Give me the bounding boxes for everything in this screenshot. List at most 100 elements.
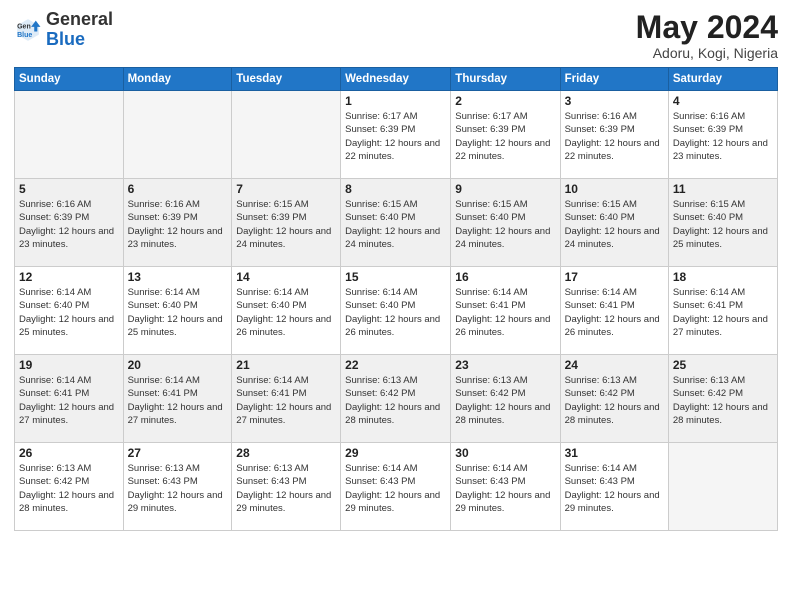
calendar-cell: 2Sunrise: 6:17 AM Sunset: 6:39 PM Daylig… (451, 91, 560, 179)
day-number: 10 (565, 182, 664, 196)
calendar-cell: 22Sunrise: 6:13 AM Sunset: 6:42 PM Dayli… (341, 355, 451, 443)
day-info: Sunrise: 6:16 AM Sunset: 6:39 PM Dayligh… (673, 110, 773, 163)
calendar-cell: 14 Sunrise: 6:14 AM Sunset: 6:40 PM Dayli… (232, 267, 341, 355)
day-number: 7 (236, 182, 336, 196)
page: Gen Blue General Blue May 2024 Adoru, Ko… (0, 0, 792, 612)
calendar-cell: 4 Sunrise: 6:16 AM Sunset: 6:39 PM Daylig… (668, 91, 777, 179)
weekday-header-saturday: Saturday (668, 68, 777, 91)
calendar-cell: 7 Sunrise: 6:15 AM Sunset: 6:39 PM Daylig… (232, 179, 341, 267)
day-info: Sunrise: 6:15 AM Sunset: 6:40 PM Dayligh… (673, 198, 773, 251)
calendar-cell: 11 Sunrise: 6:15 AM Sunset: 6:40 PM Dayli… (668, 179, 777, 267)
day-number: 8 (345, 182, 446, 196)
day-info: Sunrise: 6:13 AM Sunset: 6:42 PM Dayligh… (455, 374, 555, 427)
day-number: 18 (673, 270, 773, 284)
calendar-cell: 21Sunrise: 6:14 AM Sunset: 6:41 PM Dayli… (232, 355, 341, 443)
calendar-cell (15, 91, 124, 179)
calendar-cell: 20 Sunrise: 6:14 AM Sunset: 6:41 PM Dayli… (123, 355, 232, 443)
calendar-cell (123, 91, 232, 179)
calendar-cell: 13Sunrise: 6:14 AM Sunset: 6:40 PM Dayli… (123, 267, 232, 355)
day-info: Sunrise: 6:13 AM Sunset: 6:42 PM Dayligh… (19, 462, 119, 515)
day-number: 3 (565, 94, 664, 108)
day-info: Sunrise: 6:14 AM Sunset: 6:41 PM Dayligh… (128, 374, 228, 427)
day-info: Sunrise: 6:14 AM Sunset: 6:41 PM Dayligh… (455, 286, 555, 339)
calendar-title: May 2024 (636, 10, 778, 45)
day-number: 15 (345, 270, 446, 284)
calendar-cell: 10 Sunrise: 6:15 AM Sunset: 6:40 PM Dayli… (560, 179, 668, 267)
day-number: 23 (455, 358, 555, 372)
calendar-cell: 8 Sunrise: 6:15 AM Sunset: 6:40 PM Daylig… (341, 179, 451, 267)
calendar-cell: 9Sunrise: 6:15 AM Sunset: 6:40 PM Daylig… (451, 179, 560, 267)
day-info: Sunrise: 6:14 AM Sunset: 6:40 PM Dayligh… (345, 286, 446, 339)
day-number: 29 (345, 446, 446, 460)
calendar-cell: 5 Sunrise: 6:16 AM Sunset: 6:39 PM Daylig… (15, 179, 124, 267)
calendar-location: Adoru, Kogi, Nigeria (636, 45, 778, 61)
calendar-week-row: 26 Sunrise: 6:13 AM Sunset: 6:42 PM Dayli… (15, 443, 778, 531)
day-number: 28 (236, 446, 336, 460)
day-number: 11 (673, 182, 773, 196)
weekday-header-row: SundayMondayTuesdayWednesdayThursdayFrid… (15, 68, 778, 91)
day-number: 5 (19, 182, 119, 196)
calendar-cell: 28 Sunrise: 6:13 AM Sunset: 6:43 PM Dayli… (232, 443, 341, 531)
day-info: Sunrise: 6:14 AM Sunset: 6:41 PM Dayligh… (565, 286, 664, 339)
day-info: Sunrise: 6:15 AM Sunset: 6:40 PM Dayligh… (345, 198, 446, 251)
day-info: Sunrise: 6:15 AM Sunset: 6:39 PM Dayligh… (236, 198, 336, 251)
logo-text: General Blue (46, 10, 113, 50)
day-number: 25 (673, 358, 773, 372)
day-number: 27 (128, 446, 228, 460)
day-number: 16 (455, 270, 555, 284)
day-info: Sunrise: 6:15 AM Sunset: 6:40 PM Dayligh… (565, 198, 664, 251)
day-info: Sunrise: 6:14 AM Sunset: 6:40 PM Dayligh… (236, 286, 336, 339)
calendar-cell: 15 Sunrise: 6:14 AM Sunset: 6:40 PM Dayli… (341, 267, 451, 355)
calendar-cell: 26 Sunrise: 6:13 AM Sunset: 6:42 PM Dayli… (15, 443, 124, 531)
logo-general-text: General (46, 10, 113, 30)
calendar-cell: 24Sunrise: 6:13 AM Sunset: 6:42 PM Dayli… (560, 355, 668, 443)
day-info: Sunrise: 6:16 AM Sunset: 6:39 PM Dayligh… (128, 198, 228, 251)
day-number: 6 (128, 182, 228, 196)
day-info: Sunrise: 6:14 AM Sunset: 6:40 PM Dayligh… (128, 286, 228, 339)
header: Gen Blue General Blue May 2024 Adoru, Ko… (14, 10, 778, 61)
calendar-week-row: 5 Sunrise: 6:16 AM Sunset: 6:39 PM Daylig… (15, 179, 778, 267)
svg-text:Blue: Blue (17, 32, 32, 39)
day-number: 20 (128, 358, 228, 372)
day-info: Sunrise: 6:13 AM Sunset: 6:43 PM Dayligh… (236, 462, 336, 515)
calendar-week-row: 12 Sunrise: 6:14 AM Sunset: 6:40 PM Dayli… (15, 267, 778, 355)
calendar-cell: 1Sunrise: 6:17 AM Sunset: 6:39 PM Daylig… (341, 91, 451, 179)
day-info: Sunrise: 6:14 AM Sunset: 6:40 PM Dayligh… (19, 286, 119, 339)
logo: Gen Blue General Blue (14, 10, 113, 50)
calendar-table: SundayMondayTuesdayWednesdayThursdayFrid… (14, 67, 778, 531)
calendar-cell: 18 Sunrise: 6:14 AM Sunset: 6:41 PM Dayli… (668, 267, 777, 355)
calendar-week-row: 19Sunrise: 6:14 AM Sunset: 6:41 PM Dayli… (15, 355, 778, 443)
day-number: 31 (565, 446, 664, 460)
day-info: Sunrise: 6:14 AM Sunset: 6:43 PM Dayligh… (455, 462, 555, 515)
day-number: 12 (19, 270, 119, 284)
svg-text:Gen: Gen (17, 23, 31, 30)
day-number: 1 (345, 94, 446, 108)
day-number: 4 (673, 94, 773, 108)
day-number: 17 (565, 270, 664, 284)
day-number: 24 (565, 358, 664, 372)
day-info: Sunrise: 6:14 AM Sunset: 6:41 PM Dayligh… (19, 374, 119, 427)
weekday-header-monday: Monday (123, 68, 232, 91)
weekday-header-tuesday: Tuesday (232, 68, 341, 91)
calendar-cell: 6 Sunrise: 6:16 AM Sunset: 6:39 PM Daylig… (123, 179, 232, 267)
calendar-cell: 16 Sunrise: 6:14 AM Sunset: 6:41 PM Dayli… (451, 267, 560, 355)
day-info: Sunrise: 6:14 AM Sunset: 6:43 PM Dayligh… (565, 462, 664, 515)
day-info: Sunrise: 6:13 AM Sunset: 6:43 PM Dayligh… (128, 462, 228, 515)
day-number: 9 (455, 182, 555, 196)
calendar-cell: 12 Sunrise: 6:14 AM Sunset: 6:40 PM Dayli… (15, 267, 124, 355)
day-info: Sunrise: 6:17 AM Sunset: 6:39 PM Dayligh… (455, 110, 555, 163)
calendar-cell: 30Sunrise: 6:14 AM Sunset: 6:43 PM Dayli… (451, 443, 560, 531)
day-number: 26 (19, 446, 119, 460)
weekday-header-wednesday: Wednesday (341, 68, 451, 91)
calendar-cell (668, 443, 777, 531)
day-info: Sunrise: 6:14 AM Sunset: 6:41 PM Dayligh… (673, 286, 773, 339)
calendar-cell: 23 Sunrise: 6:13 AM Sunset: 6:42 PM Dayli… (451, 355, 560, 443)
calendar-cell: 3Sunrise: 6:16 AM Sunset: 6:39 PM Daylig… (560, 91, 668, 179)
calendar-cell: 31 Sunrise: 6:14 AM Sunset: 6:43 PM Dayli… (560, 443, 668, 531)
weekday-header-friday: Friday (560, 68, 668, 91)
calendar-week-row: 1 Sunrise: 6:17 AM Sunset: 6:39 PM Daylig… (15, 91, 778, 179)
title-block: May 2024 Adoru, Kogi, Nigeria (636, 10, 778, 61)
day-number: 14 (236, 270, 336, 284)
weekday-header-sunday: Sunday (15, 68, 124, 91)
day-info: Sunrise: 6:16 AM Sunset: 6:39 PM Dayligh… (19, 198, 119, 251)
